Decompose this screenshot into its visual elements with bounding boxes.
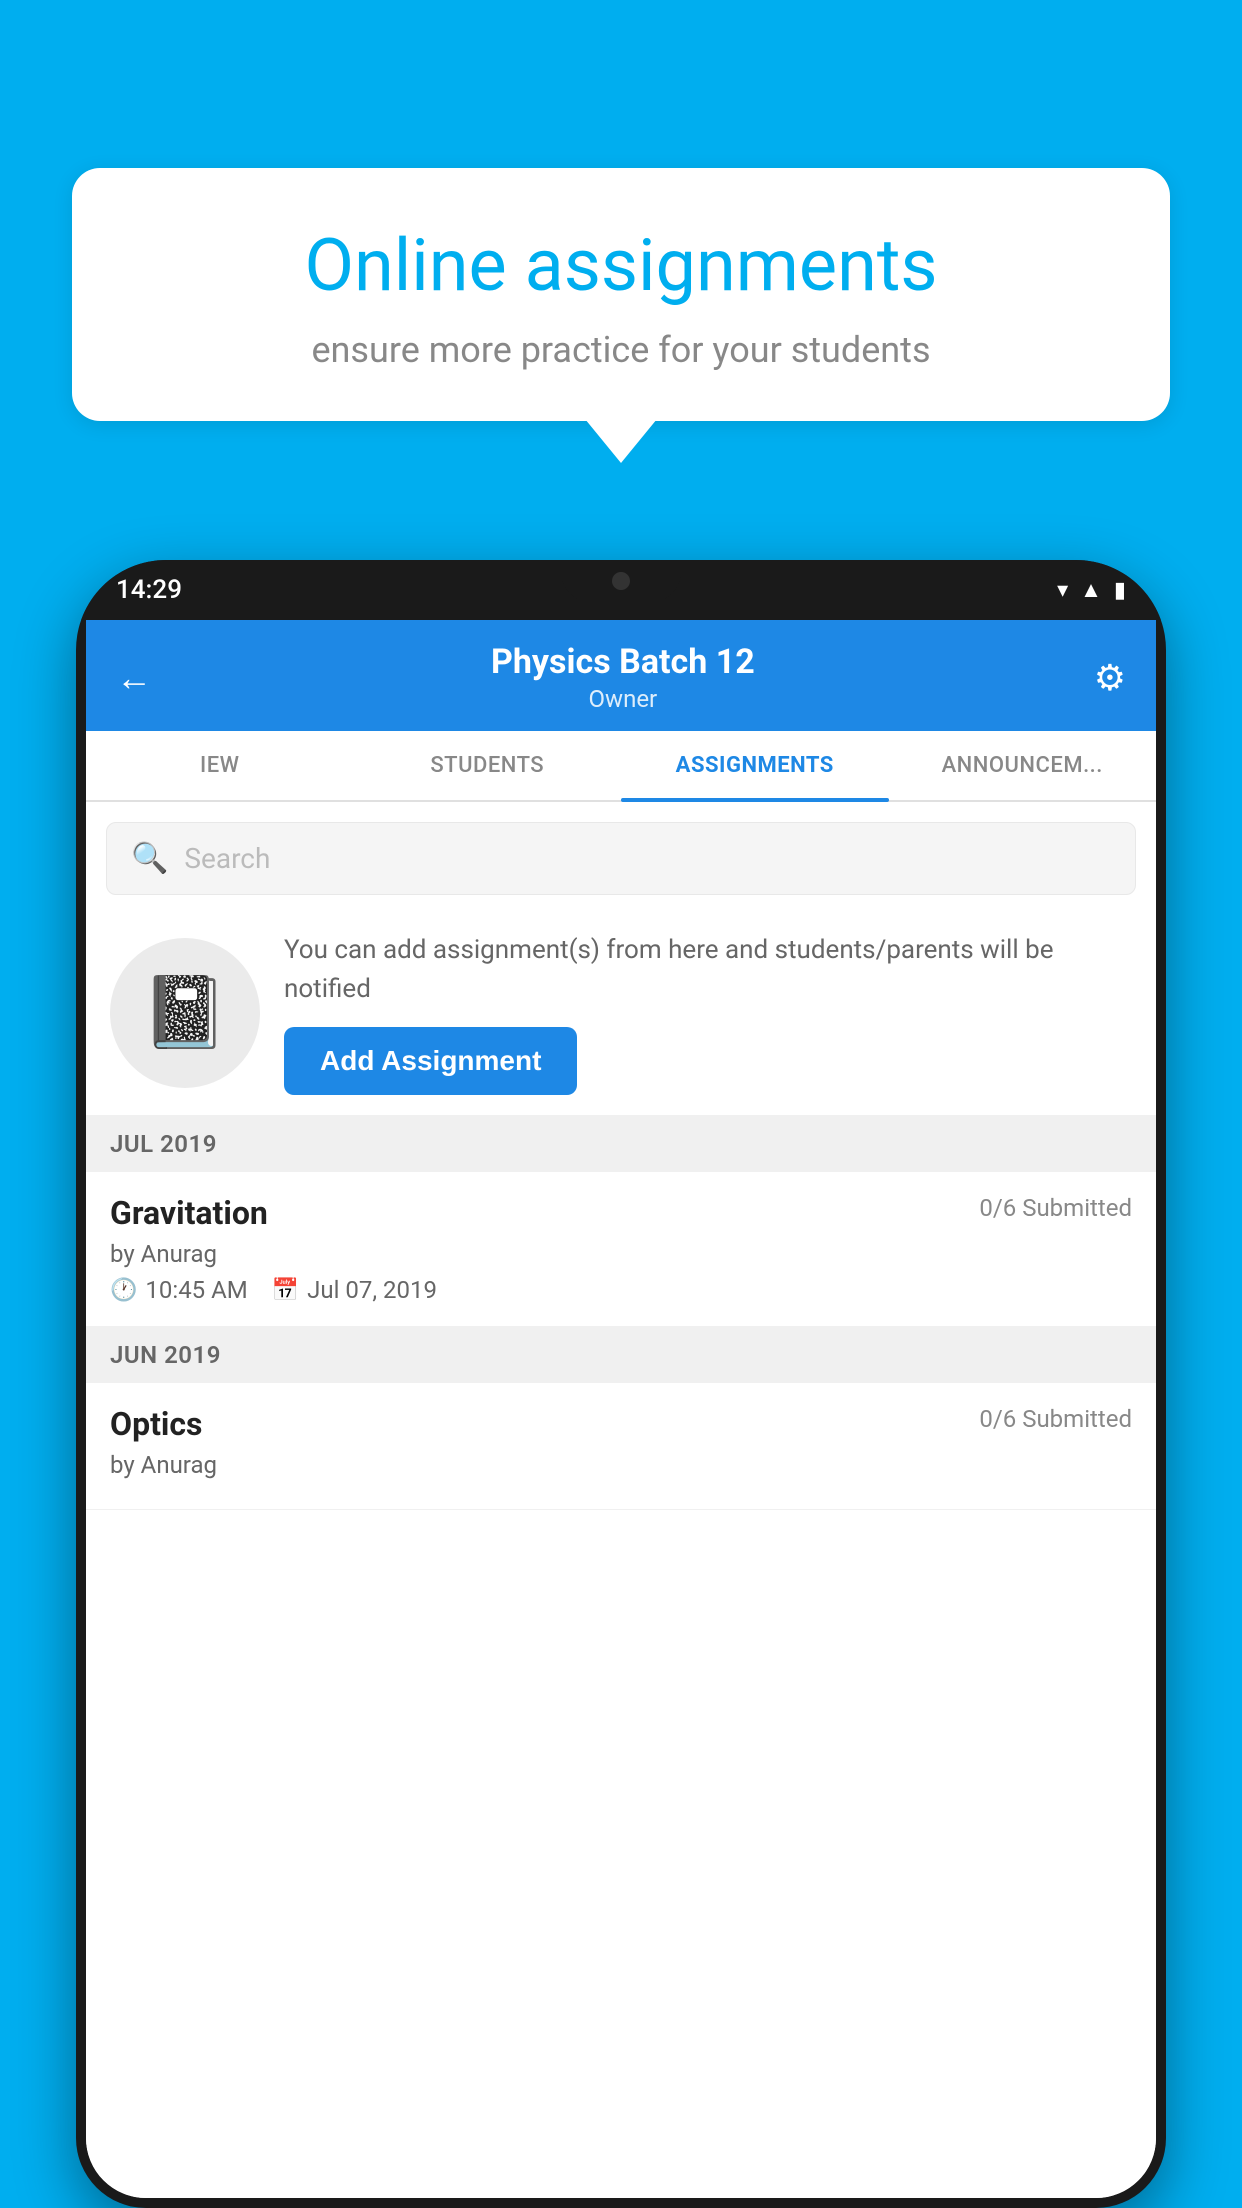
section-header-jun: JUN 2019 [86,1327,1156,1383]
assignment-date: Jul 07, 2019 [307,1276,437,1304]
promo-block: 📓 You can add assignment(s) from here an… [86,911,1156,1116]
optics-by: by Anurag [110,1451,1132,1479]
add-assignment-button[interactable]: Add Assignment [284,1027,577,1095]
header-title: Physics Batch 12 [152,642,1094,682]
assignment-item-gravitation[interactable]: Gravitation 0/6 Submitted by Anurag 🕐 10… [86,1172,1156,1327]
tab-announcements[interactable]: ANNOUNCEM... [889,731,1157,800]
speech-bubble-card: Online assignments ensure more practice … [72,168,1170,421]
search-icon: 🔍 [131,841,168,876]
status-icons: ▾ ▲ ▮ [1057,577,1126,603]
camera [612,572,630,590]
tab-assignments[interactable]: ASSIGNMENTS [621,731,889,800]
tabs-bar: IEW STUDENTS ASSIGNMENTS ANNOUNCEM... [86,731,1156,802]
tab-students[interactable]: STUDENTS [354,731,622,800]
assignment-details: 🕐 10:45 AM 📅 Jul 07, 2019 [110,1276,1132,1304]
bubble-subtitle: ensure more practice for your students [132,329,1110,371]
header-subtitle: Owner [152,685,1094,713]
settings-icon[interactable]: ⚙ [1094,657,1126,699]
notebook-icon: 📓 [141,972,228,1054]
search-bar[interactable]: 🔍 Search [106,822,1136,895]
phone-notch [561,560,681,602]
back-button[interactable]: ← [116,657,152,699]
assignment-item-optics[interactable]: Optics 0/6 Submitted by Anurag [86,1383,1156,1510]
promo-description: You can add assignment(s) from here and … [284,931,1132,1009]
assignment-name: Gravitation [110,1194,268,1232]
optics-submitted: 0/6 Submitted [979,1405,1132,1433]
search-placeholder: Search [184,842,270,875]
screen-content: 🔍 Search 📓 You can add assignment(s) fro… [86,802,1156,2198]
assignment-by: by Anurag [110,1240,1132,1268]
assignment-top: Gravitation 0/6 Submitted [110,1194,1132,1232]
section-header-jul: JUL 2019 [86,1116,1156,1172]
phone-frame: 14:29 ▾ ▲ ▮ ← Physics Batch 12 Owner ⚙ I… [76,560,1166,2208]
calendar-icon: 📅 [272,1278,299,1303]
assignment-submitted: 0/6 Submitted [979,1194,1132,1222]
bubble-title: Online assignments [132,223,1110,309]
optics-name: Optics [110,1405,202,1443]
phone-screen: ← Physics Batch 12 Owner ⚙ IEW STUDENTS … [86,620,1156,2198]
wifi-icon: ▾ [1057,578,1068,603]
time-detail: 🕐 10:45 AM [110,1276,248,1304]
status-bar: 14:29 ▾ ▲ ▮ [76,560,1166,620]
app-header: ← Physics Batch 12 Owner ⚙ [86,620,1156,731]
status-time: 14:29 [116,575,182,605]
clock-icon: 🕐 [110,1278,137,1303]
tab-iew[interactable]: IEW [86,731,354,800]
battery-icon: ▮ [1114,578,1126,603]
assignment-time: 10:45 AM [145,1276,247,1304]
header-center: Physics Batch 12 Owner [152,642,1094,713]
date-detail: 📅 Jul 07, 2019 [272,1276,437,1304]
signal-icon: ▲ [1080,577,1102,603]
promo-text-area: You can add assignment(s) from here and … [284,931,1132,1095]
optics-top: Optics 0/6 Submitted [110,1405,1132,1443]
promo-icon-circle: 📓 [110,938,260,1088]
